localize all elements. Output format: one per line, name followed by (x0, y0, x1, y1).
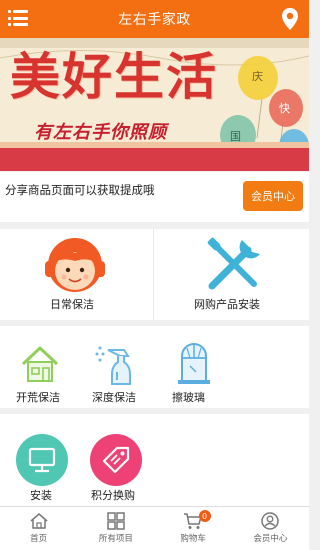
user-icon (261, 512, 280, 530)
tab-label: 所有项目 (98, 534, 133, 544)
tab-all-items[interactable]: 所有项目 (77, 507, 154, 550)
banner-floor (0, 148, 309, 171)
other-services: 安装 积分换购 (0, 414, 309, 506)
tab-member-center[interactable]: 会员中心 (232, 507, 309, 550)
service-install[interactable]: 安装 (14, 414, 74, 506)
service-label: 擦玻璃 (172, 391, 205, 404)
tab-label: 购物车 (180, 534, 206, 544)
window-icon (178, 343, 210, 384)
balloon-char-1: 庆 (252, 70, 263, 83)
tab-label: 会员中心 (253, 534, 288, 544)
share-tip-text: 分享商品页面可以获取提成哦 (5, 183, 155, 197)
top-header: 左右手家政 (0, 0, 309, 38)
tag-icon (90, 434, 142, 486)
service-label: 安装 (30, 489, 52, 502)
service-label: 开荒保洁 (16, 391, 60, 404)
service-daily-cleaning[interactable]: 日常保洁 (0, 229, 153, 320)
service-move-in-cleaning[interactable]: 开荒保洁 (10, 326, 74, 408)
home-icon (30, 513, 48, 529)
banner-subline: 有左右手你照顾 (34, 122, 167, 143)
monitor-icon (16, 434, 68, 486)
service-window-cleaning[interactable]: 擦玻璃 (166, 326, 226, 408)
bottom-tab-bar: 首页 所有项目 0 购物车 会员中心 (0, 506, 309, 550)
tab-label: 首页 (30, 534, 48, 544)
app-screen: 左右手家政 庆 快 国 乐 美好生活 有左右手你照顾 (0, 0, 309, 550)
cart-count-badge: 0 (198, 510, 211, 522)
location-pin-icon[interactable] (280, 7, 300, 31)
share-tip-row: 分享商品页面可以获取提成哦 会员中心 (0, 172, 309, 222)
service-label: 积分换购 (91, 489, 135, 502)
service-points-exchange[interactable]: 积分换购 (88, 414, 148, 506)
tools-wrench-screwdriver-icon (207, 237, 260, 290)
member-center-button[interactable]: 会员中心 (243, 181, 303, 211)
service-product-install[interactable]: 网购产品安装 (154, 229, 309, 320)
spray-bottle-icon (95, 346, 131, 385)
service-label: 日常保洁 (50, 298, 94, 311)
cleaner-girl-icon (45, 238, 105, 292)
service-label: 深度保洁 (92, 391, 136, 404)
tab-home[interactable]: 首页 (0, 507, 77, 550)
menu-list-icon[interactable] (8, 10, 28, 26)
page-title: 左右手家政 (118, 12, 191, 28)
balloon-char-2: 快 (279, 102, 290, 115)
service-deep-cleaning[interactable]: 深度保洁 (88, 326, 152, 408)
grid-icon (107, 512, 125, 530)
house-icon (21, 346, 59, 382)
primary-services: 日常保洁 网购产品安装 (0, 229, 309, 320)
secondary-services: 开荒保洁 深度保洁 擦玻璃 (0, 326, 309, 408)
banner-headline: 美好生活 (10, 47, 218, 106)
promo-banner[interactable]: 庆 快 国 乐 美好生活 有左右手你照顾 (0, 38, 309, 171)
tab-cart[interactable]: 0 购物车 (155, 507, 232, 550)
service-label: 网购产品安装 (194, 298, 260, 311)
